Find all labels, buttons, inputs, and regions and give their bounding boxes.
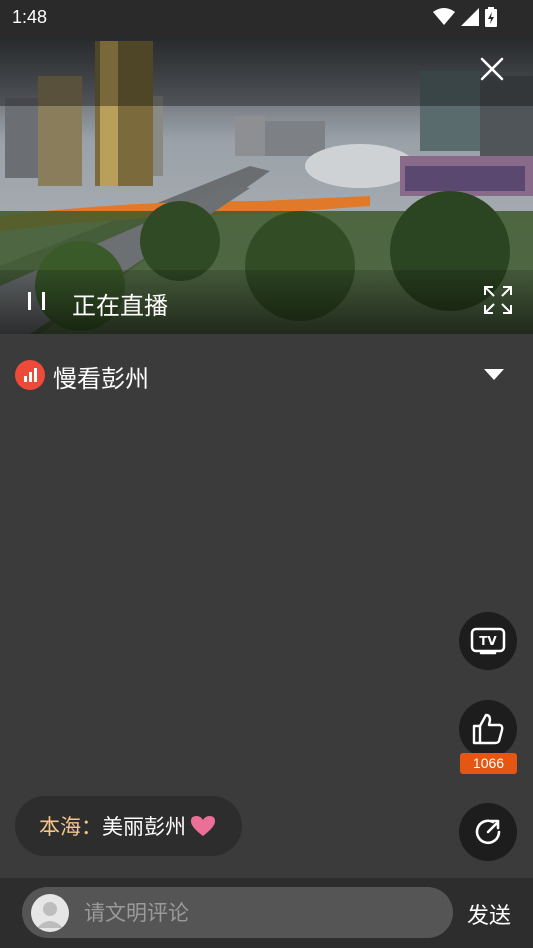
comment-bubble: 本海： 美丽彭州 xyxy=(15,796,242,856)
avatar xyxy=(31,894,69,932)
fullscreen-icon[interactable] xyxy=(483,285,513,315)
comment-username: 本海： xyxy=(39,815,102,839)
status-time: 1:48 xyxy=(12,7,48,27)
status-bar: 1:48 xyxy=(0,0,533,36)
channel-name: 慢看彭州 xyxy=(53,365,149,393)
like-button[interactable] xyxy=(459,700,517,758)
comment-input-bar: 发送 xyxy=(0,878,533,948)
svg-text:TV: TV xyxy=(479,634,497,648)
wifi-icon xyxy=(433,8,455,25)
tv-cast-button[interactable]: TV xyxy=(459,612,517,670)
close-icon[interactable] xyxy=(477,54,507,84)
live-status-label: 正在直播 xyxy=(72,292,168,320)
thumbs-up-icon xyxy=(472,713,504,745)
like-count-badge: 1066 xyxy=(460,753,517,774)
send-button[interactable]: 发送 xyxy=(467,898,511,930)
battery-icon xyxy=(485,7,497,27)
comment-input[interactable] xyxy=(84,887,434,938)
pause-icon[interactable] xyxy=(25,290,49,312)
status-icons xyxy=(433,7,497,27)
refresh-button[interactable] xyxy=(459,803,517,861)
channel-header[interactable]: 慢看彭州 xyxy=(0,355,533,395)
tv-icon: TV xyxy=(470,627,506,655)
chevron-down-icon[interactable] xyxy=(484,367,504,381)
signal-icon xyxy=(461,8,479,26)
comment-text: 美丽彭州 xyxy=(102,815,186,839)
user-avatar-icon xyxy=(37,902,63,928)
refresh-icon xyxy=(475,819,501,845)
live-signal-icon xyxy=(15,360,45,390)
heart-icon xyxy=(191,816,215,836)
comment-input-container[interactable] xyxy=(22,887,453,938)
